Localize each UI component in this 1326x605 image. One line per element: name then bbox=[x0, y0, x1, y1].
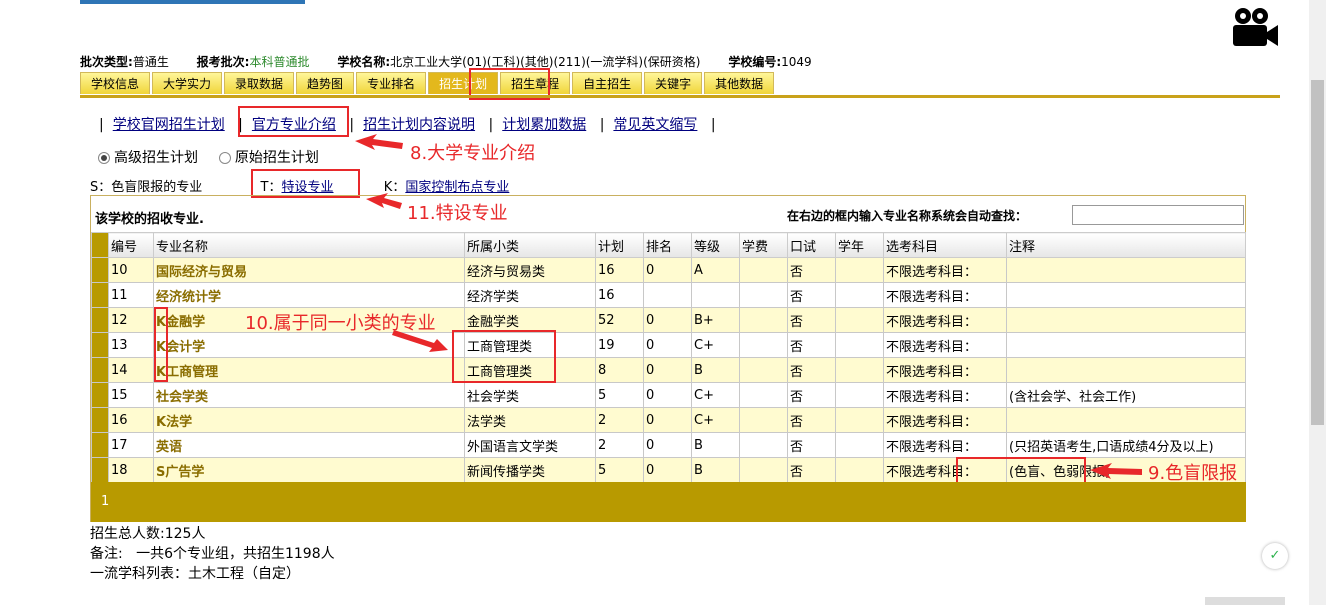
arrow-to-same-category bbox=[392, 330, 448, 352]
check-badge-icon[interactable]: ✓ bbox=[1262, 543, 1288, 569]
arrow-to-colorblind bbox=[1090, 463, 1142, 479]
arrow-to-major-intro bbox=[355, 134, 403, 150]
arrow-to-special-major bbox=[366, 193, 402, 209]
annotation-arrows bbox=[355, 134, 1142, 479]
taskbar-strip bbox=[1205, 597, 1285, 605]
